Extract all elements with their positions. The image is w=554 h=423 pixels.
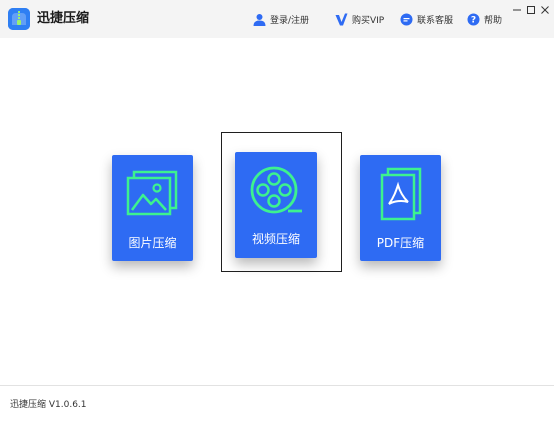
login-register-button[interactable]: 登录/注册	[253, 11, 309, 27]
selection-highlight	[221, 132, 342, 272]
close-button[interactable]	[538, 2, 552, 16]
app-logo-icon	[8, 8, 30, 30]
chat-icon	[400, 13, 413, 25]
contact-service-label: 联系客服	[417, 15, 454, 26]
app-window: 迅捷压缩 登录/注册 购买VIP 联系客服 ? 帮助 图片压缩 视频压缩 PDF…	[0, 0, 554, 423]
footer-divider	[0, 385, 554, 386]
title-bar: 迅捷压缩 登录/注册 购买VIP 联系客服 ? 帮助	[0, 0, 554, 38]
help-label: 帮助	[484, 15, 503, 26]
help-icon: ?	[467, 13, 480, 25]
image-icon	[126, 170, 178, 216]
maximize-button[interactable]	[524, 2, 538, 16]
close-icon	[541, 6, 549, 14]
app-title: 迅捷压缩	[37, 11, 90, 26]
image-compress-label: 图片压缩	[128, 236, 177, 250]
pdf-compress-label: PDF压缩	[376, 236, 425, 250]
buy-vip-label: 购买VIP	[352, 15, 385, 26]
maximize-icon	[527, 6, 535, 14]
help-glyph: ?	[471, 15, 476, 25]
vip-icon	[335, 13, 348, 25]
minimize-button[interactable]	[510, 2, 524, 16]
user-icon	[253, 13, 266, 26]
buy-vip-button[interactable]: 购买VIP	[335, 11, 384, 27]
contact-service-button[interactable]: 联系客服	[400, 11, 453, 27]
pdf-compress-card[interactable]: PDF压缩	[360, 155, 441, 261]
version-text: 迅捷压缩 V1.0.6.1	[10, 400, 87, 410]
minimize-icon	[513, 9, 521, 11]
image-compress-card[interactable]: 图片压缩	[112, 155, 193, 261]
login-register-label: 登录/注册	[270, 15, 310, 26]
pdf-file-icon	[380, 167, 422, 221]
help-button[interactable]: ? 帮助	[467, 11, 502, 27]
